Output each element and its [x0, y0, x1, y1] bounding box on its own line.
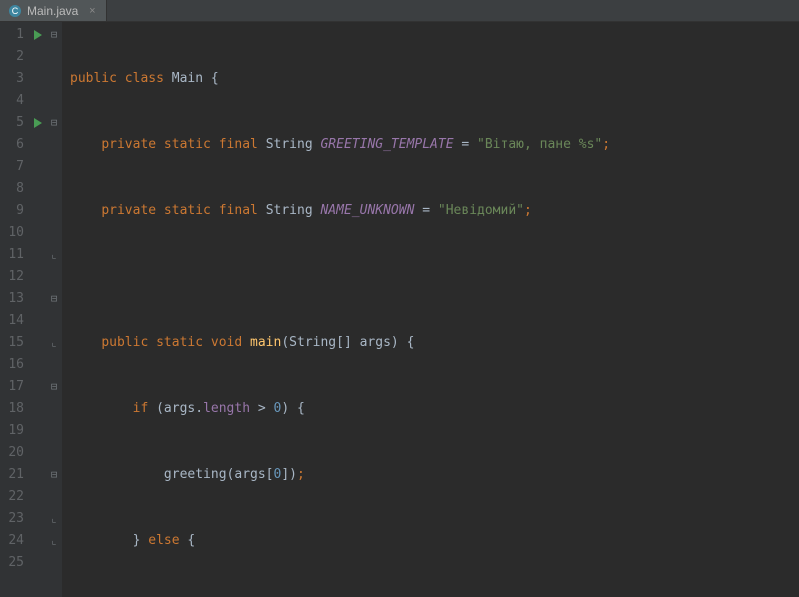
- line-number: 9: [0, 200, 24, 222]
- line-number: 15: [0, 332, 24, 354]
- run-gutter-icon[interactable]: [30, 24, 46, 46]
- line-number: 24: [0, 530, 24, 552]
- line-number: 18: [0, 398, 24, 420]
- tab-filename: Main.java: [27, 4, 78, 18]
- line-number: 20: [0, 442, 24, 464]
- code-line: public static void main(String[] args) {: [62, 332, 799, 354]
- line-number: 23: [0, 508, 24, 530]
- line-number: 1: [0, 24, 24, 46]
- editor-tabbar: C Main.java ×: [0, 0, 799, 22]
- line-number: 10: [0, 222, 24, 244]
- code-editor[interactable]: 1234567891011121314151617181920212223242…: [0, 22, 799, 597]
- line-number: 25: [0, 552, 24, 574]
- line-number: 21: [0, 464, 24, 486]
- code-line: public class Main {: [62, 68, 799, 90]
- line-number: 19: [0, 420, 24, 442]
- run-marker-column: [30, 24, 46, 597]
- line-number: 12: [0, 266, 24, 288]
- fold-close-icon[interactable]: ⌞: [51, 530, 58, 552]
- line-number: 13: [0, 288, 24, 310]
- line-number: 22: [0, 486, 24, 508]
- editor-tab-main[interactable]: C Main.java ×: [0, 0, 107, 21]
- line-number: 4: [0, 90, 24, 112]
- fold-close-icon[interactable]: ⌞: [51, 244, 58, 266]
- run-gutter-icon[interactable]: [30, 112, 46, 134]
- gutter: 1234567891011121314151617181920212223242…: [0, 22, 62, 597]
- line-number: 14: [0, 310, 24, 332]
- code-area[interactable]: public class Main { private static final…: [62, 22, 799, 597]
- code-line: } else {: [62, 530, 799, 552]
- code-line: greeting(args[0]);: [62, 464, 799, 486]
- fold-open-icon[interactable]: ⊟: [51, 24, 58, 46]
- line-number: 3: [0, 68, 24, 90]
- fold-open-icon[interactable]: ⊟: [51, 376, 58, 398]
- code-line: private static final String GREETING_TEM…: [62, 134, 799, 156]
- svg-text:C: C: [12, 6, 19, 16]
- line-number: 8: [0, 178, 24, 200]
- line-number: 16: [0, 354, 24, 376]
- fold-column: ⊟⊟⌞⊟⌞⊟⊟⌞⌞: [46, 24, 62, 597]
- line-number: 6: [0, 134, 24, 156]
- code-line: private static final String NAME_UNKNOWN…: [62, 200, 799, 222]
- fold-open-icon[interactable]: ⊟: [51, 288, 58, 310]
- fold-open-icon[interactable]: ⊟: [51, 464, 58, 486]
- line-number: 2: [0, 46, 24, 68]
- close-icon[interactable]: ×: [86, 5, 98, 17]
- class-icon: C: [8, 4, 22, 18]
- code-line: if (args.length > 0) {: [62, 398, 799, 420]
- fold-open-icon[interactable]: ⊟: [51, 112, 58, 134]
- line-numbers: 1234567891011121314151617181920212223242…: [0, 24, 30, 597]
- line-number: 5: [0, 112, 24, 134]
- fold-close-icon[interactable]: ⌞: [51, 332, 58, 354]
- fold-close-icon[interactable]: ⌞: [51, 508, 58, 530]
- code-line: [62, 266, 799, 288]
- line-number: 17: [0, 376, 24, 398]
- line-number: 7: [0, 156, 24, 178]
- line-number: 11: [0, 244, 24, 266]
